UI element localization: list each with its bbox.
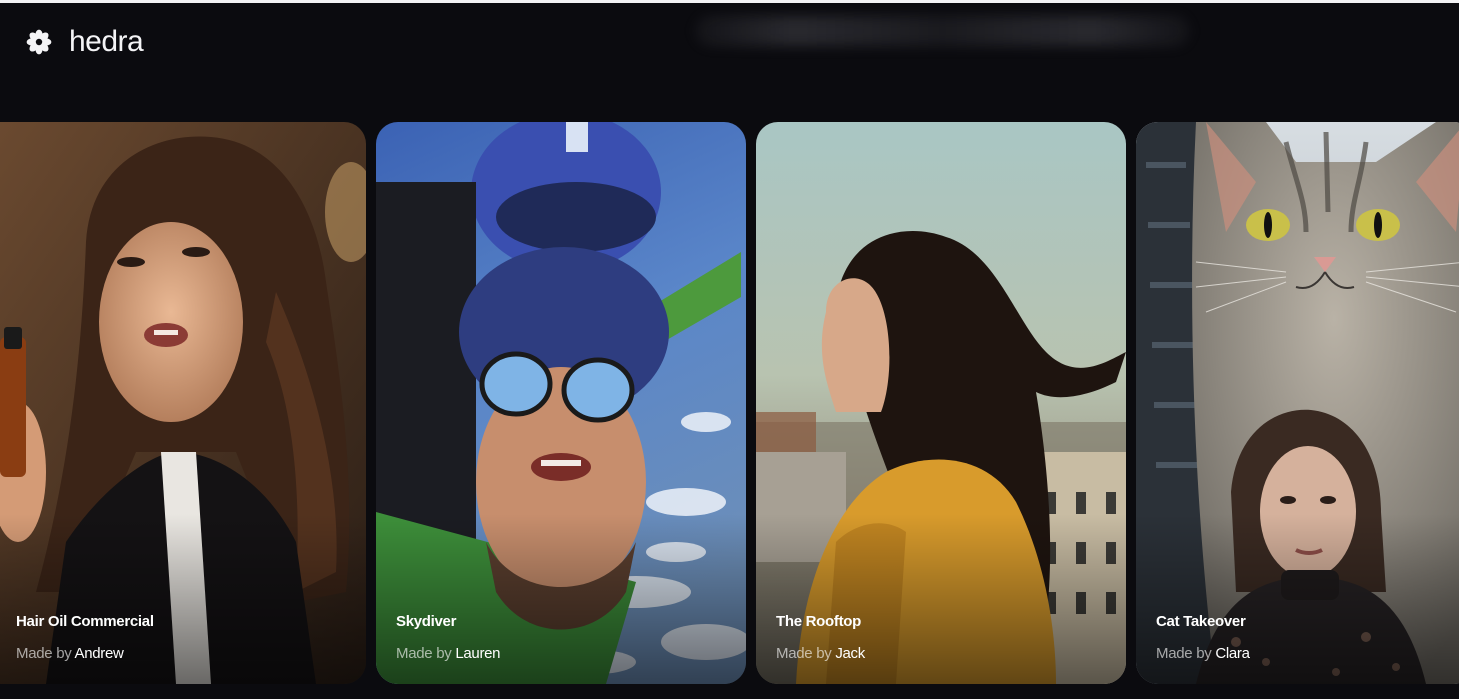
gallery-card-cat-takeover[interactable]: Cat Takeover Made by Clara [1136,122,1459,684]
card-title: Cat Takeover [1156,613,1246,630]
byline-prefix: Made by [776,645,832,662]
author-name: Jack [835,645,865,662]
byline-prefix: Made by [396,645,452,662]
card-author: Made by Jack [776,645,865,662]
author-name: Clara [1215,645,1250,662]
byline-prefix: Made by [1156,645,1212,662]
byline-prefix: Made by [16,645,72,662]
author-name: Lauren [455,645,501,662]
card-author: Made by Lauren [396,645,501,662]
card-author: Made by Clara [1156,645,1250,662]
showcase-gallery: Hair Oil Commercial Made by Andrew Skydi… [0,122,1459,684]
author-name: Andrew [74,645,124,662]
card-title: Hair Oil Commercial [16,613,154,630]
gallery-card-the-rooftop[interactable]: The Rooftop Made by Jack [756,122,1126,684]
gallery-card-hair-oil-commercial[interactable]: Hair Oil Commercial Made by Andrew [0,122,366,684]
app-window: hedra Hair Oil Commercial Made by Andrew… [0,3,1459,699]
card-author: Made by Andrew [16,645,124,662]
brand-name: hedra [69,25,144,58]
card-title: Skydiver [396,613,457,630]
blurred-navigation [695,16,1190,46]
top-bar: hedra [0,3,1459,83]
hedra-flower-icon [25,28,53,56]
card-title: The Rooftop [776,613,862,630]
brand-logo[interactable]: hedra [25,25,144,59]
gallery-card-skydiver[interactable]: Skydiver Made by Lauren [376,122,746,684]
